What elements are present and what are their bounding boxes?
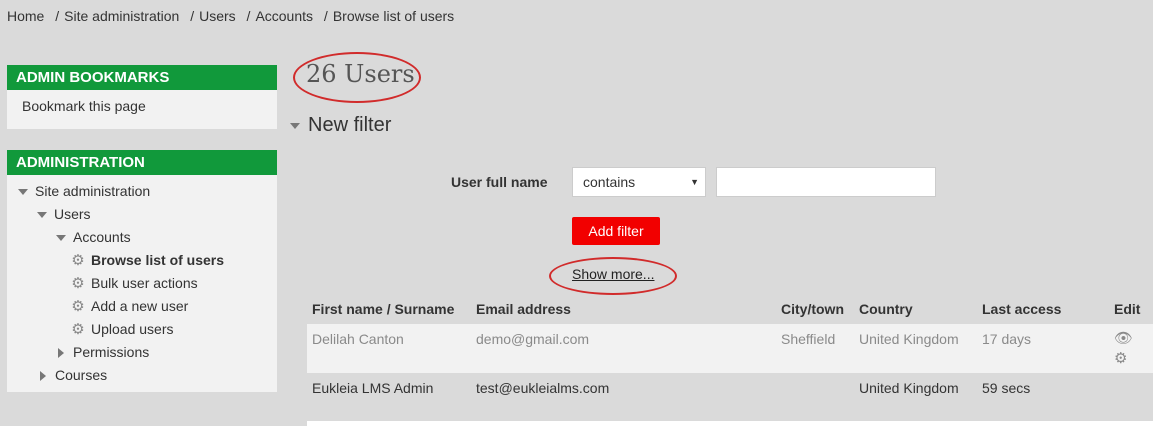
cell-edit: 👁︎ ⚙ <box>1109 324 1153 373</box>
collapsed-triangle-icon <box>58 348 64 359</box>
breadcrumb-home[interactable]: Home <box>7 8 44 24</box>
tree-item-bulk-user-actions[interactable]: ⚙ Bulk user actions <box>7 272 277 295</box>
table-row: Delilah Canton demo@gmail.com Sheffield … <box>307 324 1153 373</box>
breadcrumb-separator: / <box>55 8 60 24</box>
cell-last-access: 17 days <box>977 324 1109 373</box>
filter-operator-select[interactable]: contains ▼ <box>572 167 706 197</box>
breadcrumb-separator: / <box>190 8 195 24</box>
dropdown-arrow-icon: ▼ <box>690 177 699 187</box>
column-header-city[interactable]: City/town <box>776 294 854 324</box>
bookmark-this-page-link[interactable]: Bookmark this page <box>22 98 146 114</box>
expanded-triangle-icon <box>290 122 300 129</box>
breadcrumb-current: Browse list of users <box>332 8 455 24</box>
administration-header: ADMINISTRATION <box>7 150 277 175</box>
breadcrumb-separator: / <box>246 8 251 24</box>
hide-eye-icon[interactable]: 👁︎ <box>1114 329 1148 349</box>
admin-bookmarks-block: ADMIN BOOKMARKS Bookmark this page <box>7 65 277 129</box>
gear-icon[interactable]: ⚙ <box>1114 349 1148 369</box>
column-header-country[interactable]: Country <box>854 294 977 324</box>
cell-country: United Kingdom <box>854 324 977 373</box>
cell-name[interactable]: Delilah Canton <box>307 324 471 373</box>
users-table: First name / Surname Email address City/… <box>307 294 1153 422</box>
tree-item-site-administration[interactable]: Site administration <box>7 180 277 203</box>
annotation-oval <box>549 257 677 295</box>
user-full-name-label: User full name <box>451 174 548 190</box>
column-header-edit: Edit <box>1114 301 1141 317</box>
column-header-last-access[interactable]: Last access <box>977 294 1109 324</box>
gear-icon: ⚙ <box>71 321 85 338</box>
cell-city <box>776 373 854 422</box>
expanded-triangle-icon <box>18 189 28 196</box>
column-header-email[interactable]: Email address <box>471 294 776 324</box>
expanded-triangle-icon <box>37 212 47 219</box>
gear-icon: ⚙ <box>71 275 85 292</box>
cell-country: United Kingdom <box>854 373 977 422</box>
cell-city: Sheffield <box>776 324 854 373</box>
breadcrumb-users[interactable]: Users <box>199 8 236 24</box>
admin-tree: Site administration Users Accounts ⚙ Brow… <box>7 175 277 387</box>
cell-email: test@eukleialms.com <box>471 373 776 422</box>
breadcrumb-site-administration[interactable]: Site administration <box>64 8 179 24</box>
collapsed-triangle-icon <box>40 371 46 382</box>
tree-item-courses[interactable]: Courses <box>7 364 277 387</box>
add-filter-button[interactable]: Add filter <box>572 217 660 245</box>
tree-item-browse-list-of-users[interactable]: ⚙ Browse list of users <box>7 249 277 272</box>
breadcrumb-separator: / <box>323 8 328 24</box>
column-header-name[interactable]: First name / Surname <box>307 294 471 324</box>
table-row: Eukleia LMS Admin test@eukleialms.com Un… <box>307 373 1153 422</box>
table-next-row-edge <box>307 421 1153 426</box>
filter-value-input[interactable] <box>716 167 936 197</box>
breadcrumb: Home / Site administration / Users / Accoun… <box>7 8 454 24</box>
administration-block: ADMINISTRATION Site administration Users… <box>7 150 277 392</box>
gear-icon: ⚙ <box>71 298 85 315</box>
tree-item-upload-users[interactable]: ⚙ Upload users <box>7 318 277 341</box>
cell-last-access: 59 secs <box>977 373 1109 422</box>
cell-edit <box>1109 373 1153 422</box>
tree-item-add-a-new-user[interactable]: ⚙ Add a new user <box>7 295 277 318</box>
gear-icon: ⚙ <box>71 252 85 269</box>
annotation-oval <box>293 52 421 103</box>
table-header-row: First name / Surname Email address City/… <box>307 294 1153 324</box>
tree-item-users[interactable]: Users <box>7 203 277 226</box>
admin-bookmarks-header: ADMIN BOOKMARKS <box>7 65 277 90</box>
tree-item-permissions[interactable]: Permissions <box>7 341 277 364</box>
breadcrumb-accounts[interactable]: Accounts <box>255 8 313 24</box>
cell-name[interactable]: Eukleia LMS Admin <box>307 373 471 422</box>
cell-email: demo@gmail.com <box>471 324 776 373</box>
tree-item-accounts[interactable]: Accounts <box>7 226 277 249</box>
new-filter-header[interactable]: New filter <box>290 114 391 137</box>
expanded-triangle-icon <box>56 235 66 242</box>
